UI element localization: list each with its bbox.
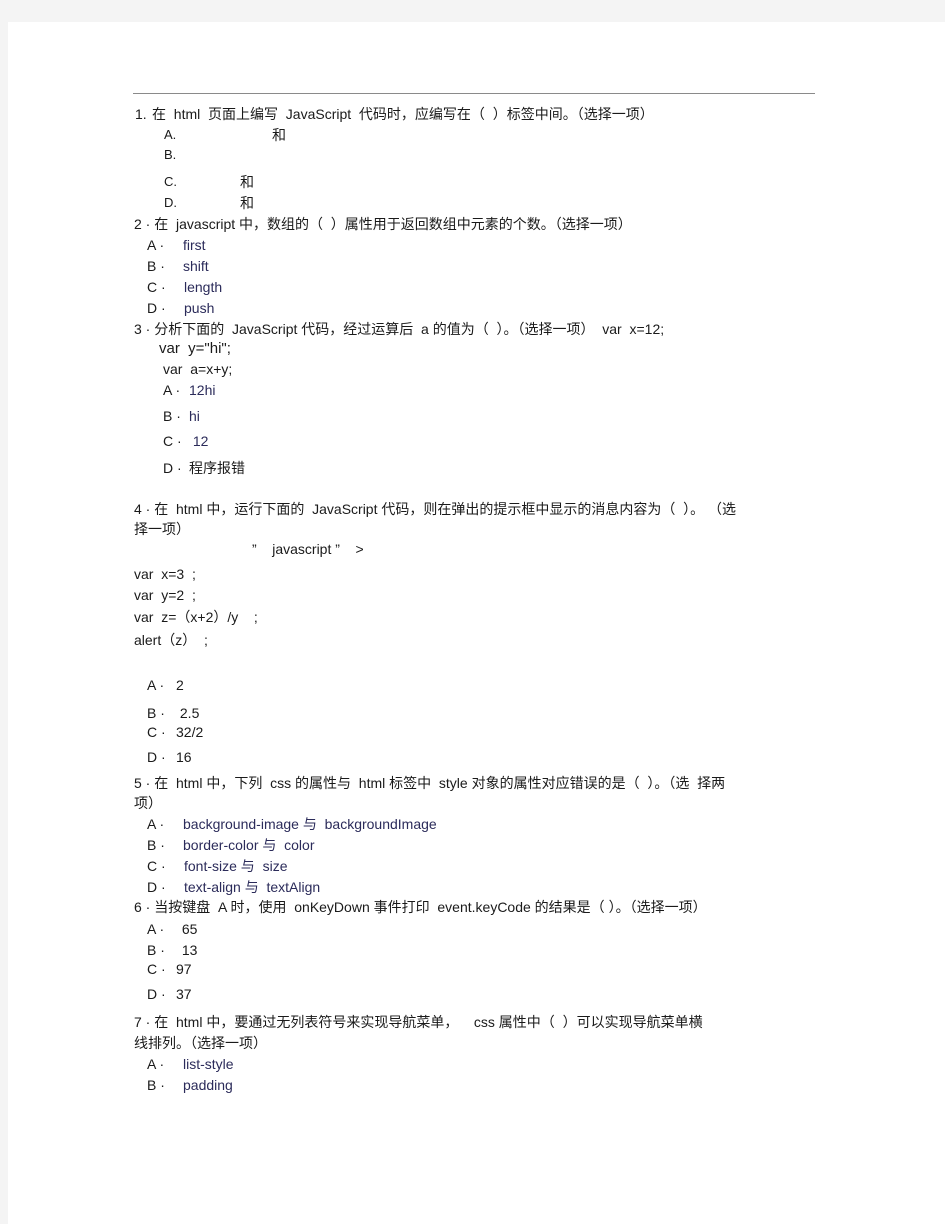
question-7-text-line-1: 7 · 在 html 中，要通过无列表符号来实现导航菜单， css 属性中（ ）… [134, 1014, 703, 1030]
q5-option-a-label: A · [147, 816, 165, 832]
q6-option-d-label: D · [147, 986, 166, 1002]
q6-option-a-label: A · [147, 921, 165, 937]
q2-option-a-text: first [183, 237, 206, 253]
q7-option-a-text: list-style [183, 1056, 234, 1072]
q4-option-b-text: 2.5 [176, 705, 200, 721]
q3-option-a-text: 12hi [189, 382, 216, 398]
q4-code-line-4: alert（z） ; [134, 632, 208, 648]
q1-option-c-label: C. [164, 174, 177, 189]
q6-option-d-text: 37 [176, 986, 192, 1002]
q4-option-d-label: D · [147, 749, 166, 765]
q4-script-tag: ” javascript ” > [252, 541, 364, 557]
q5-option-b-text: border-color 与 color [183, 837, 315, 853]
q7-option-b-label: B · [147, 1077, 165, 1093]
header-divider [133, 93, 815, 94]
q2-option-b-text: shift [183, 258, 209, 274]
question-5-text-line-1: 5 · 在 html 中，下列 css 的属性与 html 标签中 style … [134, 775, 726, 791]
q3-option-b-label: B · [163, 408, 181, 424]
q7-option-b-text: padding [183, 1077, 233, 1093]
q2-option-d-label: D · [147, 300, 166, 316]
q1-option-a-text: 和 [272, 127, 286, 143]
q4-option-b-label: B · [147, 705, 165, 721]
q1-option-c-text: 和 [240, 174, 254, 190]
q3-option-c-text: 12 [189, 433, 209, 449]
q5-option-d-text: text-align 与 textAlign [184, 879, 321, 895]
q3-option-a-label: A · [163, 382, 181, 398]
q1-option-b-label: B. [164, 147, 177, 162]
q2-option-c-text: length [184, 279, 223, 295]
q1-option-d-text: 和 [240, 195, 254, 211]
q3-code-line-2: var a=x+y; [163, 361, 233, 377]
q1-option-a-label: A. [164, 127, 177, 142]
q3-code-line-1: var y="hi"; [159, 340, 231, 357]
q4-code-line-3: var z=（x+2）/y ; [134, 609, 258, 625]
question-7-text-line-2: 线排列。（选择一项） [134, 1035, 267, 1051]
q4-option-c-text: 32/2 [176, 724, 204, 740]
q5-option-b-label: B · [147, 837, 165, 853]
q1-option-d-label: D. [164, 195, 177, 210]
q4-code-line-1: var x=3 ; [134, 566, 196, 582]
q3-option-c-label: C · [163, 433, 182, 449]
question-1-text: 在 html 页面上编写 JavaScript 代码时，应编写在（ ）标签中间。… [152, 106, 654, 122]
q6-option-b-label: B · [147, 942, 165, 958]
q7-option-a-label: A · [147, 1056, 165, 1072]
q3-option-d-text: 程序报错 [189, 460, 245, 476]
question-5-text-line-2: 项） [134, 795, 162, 811]
q4-option-a-text: 2 [176, 677, 184, 693]
question-2-text: 2 · 在 javascript 中，数组的（ ）属性用于返回数组中元素的个数。… [134, 216, 632, 232]
q3-option-d-label: D · [163, 460, 182, 476]
q3-option-b-text: hi [189, 408, 200, 424]
q6-option-c-text: 97 [176, 961, 192, 977]
q2-option-a-label: A · [147, 237, 165, 253]
q4-option-d-text: 16 [176, 749, 192, 765]
q6-option-a-text: 65 [178, 921, 198, 937]
question-1-number: 1. [135, 106, 147, 122]
question-4-text-line-1: 4 · 在 html 中，运行下面的 JavaScript 代码，则在弹出的提示… [134, 501, 737, 517]
q5-option-c-text: font-size 与 size [184, 858, 288, 874]
q5-option-a-text: background-image 与 backgroundImage [183, 816, 437, 832]
q2-option-d-text: push [184, 300, 215, 316]
q2-option-c-label: C · [147, 279, 166, 295]
q5-option-c-label: C · [147, 858, 166, 874]
question-3-text: 3 · 分析下面的 JavaScript 代码，经过运算后 a 的值为（ ）。（… [134, 321, 665, 337]
question-6-text: 6 · 当按键盘 A 时，使用 onKeyDown 事件打印 event.key… [134, 899, 707, 915]
question-4-text-line-2: 择一项） [134, 521, 190, 537]
q2-option-b-label: B · [147, 258, 165, 274]
q4-option-a-label: A · [147, 677, 165, 693]
q4-option-c-label: C · [147, 724, 166, 740]
q5-option-d-label: D · [147, 879, 166, 895]
q4-code-line-2: var y=2 ; [134, 587, 196, 603]
q6-option-c-label: C · [147, 961, 166, 977]
q6-option-b-text: 13 [178, 942, 198, 958]
